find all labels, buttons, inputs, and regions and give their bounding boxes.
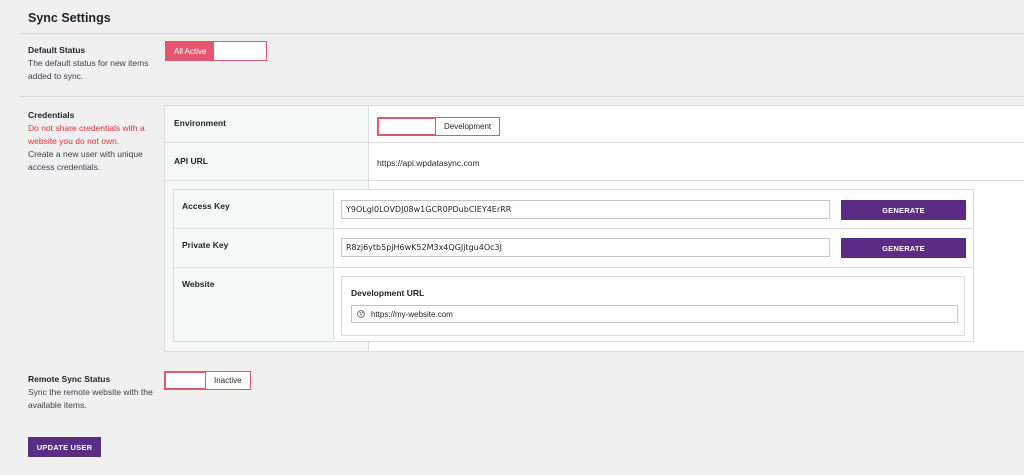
development-url-input[interactable]: https://my-website.com: [351, 305, 958, 323]
remote-sync-toggle[interactable]: Inactive: [164, 371, 251, 390]
environment-label: Environment: [174, 118, 226, 128]
remote-sync-label: Remote Sync Status: [28, 374, 111, 384]
title-divider: [20, 33, 1024, 34]
credentials-panel: Environment Development API URL https://…: [164, 105, 1024, 352]
default-status-toggle-knob: [214, 42, 267, 60]
page-title: Sync Settings: [28, 11, 111, 25]
default-status-label: Default Status: [28, 45, 86, 55]
remote-sync-toggle-knob: [165, 372, 206, 389]
credentials-label-block: Credentials Do not share credentials wit…: [28, 109, 156, 174]
development-url-value: https://my-website.com: [371, 309, 453, 319]
api-url-row-divider: [165, 180, 1024, 181]
private-key-row-divider: [174, 267, 973, 268]
api-url-label: API URL: [174, 156, 208, 166]
credentials-description: Create a new user with unique access cre…: [28, 149, 143, 172]
environment-row-divider: [165, 142, 1024, 143]
default-status-label-block: Default Status The default status for ne…: [28, 44, 156, 83]
website-box: Development URL https://my-website.com: [341, 276, 965, 336]
generate-private-key-button[interactable]: GENERATE: [841, 238, 966, 258]
api-url-value: https://api.wpdatasync.com: [377, 158, 480, 168]
keys-box: Access Key Y9OLgl0LOVDJ08w1GCR0PDubCIEY4…: [173, 189, 974, 342]
development-url-label: Development URL: [351, 288, 425, 298]
credentials-label: Credentials: [28, 110, 75, 120]
globe-icon: [357, 310, 365, 318]
default-status-toggle[interactable]: All Active: [165, 41, 268, 61]
private-key-label: Private Key: [182, 240, 229, 250]
environment-toggle-text: Development: [444, 122, 492, 131]
update-user-button[interactable]: UPDATE USER: [28, 437, 101, 457]
access-key-input[interactable]: Y9OLgl0LOVDJ08w1GCR0PDubCIEY4ErRR: [341, 200, 830, 219]
keys-label-column: [174, 190, 334, 341]
remote-sync-label-block: Remote Sync Status Sync the remote websi…: [28, 373, 156, 412]
environment-toggle[interactable]: Development: [377, 117, 501, 136]
access-key-label: Access Key: [182, 201, 230, 211]
website-label: Website: [182, 279, 215, 289]
remote-sync-toggle-text: Inactive: [214, 376, 242, 385]
default-status-toggle-text: All Active: [174, 46, 207, 56]
default-status-description: The default status for new items added t…: [28, 58, 149, 81]
generate-access-key-button[interactable]: GENERATE: [841, 200, 966, 220]
credentials-warning: Do not share credentials with a website …: [28, 123, 145, 146]
private-key-input[interactable]: R8zj6ytb5pjH6wK52M3x4QGJjtgu4Oc3J: [341, 238, 830, 257]
default-status-divider: [20, 96, 1024, 97]
environment-toggle-knob: [378, 118, 436, 135]
remote-sync-description: Sync the remote website with the availab…: [28, 387, 153, 410]
access-key-row-divider: [174, 228, 973, 229]
